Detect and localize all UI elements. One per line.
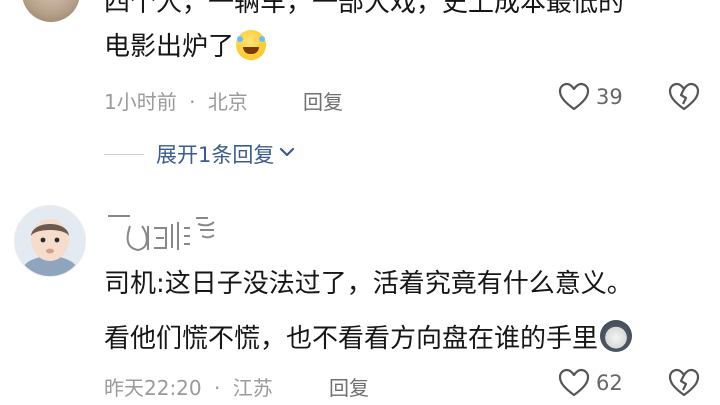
like-button[interactable] — [558, 368, 590, 398]
expand-divider-line — [104, 154, 144, 155]
comment-text-line: 四个人，一辆车，一部大戏，史上成本最低的 — [104, 0, 625, 18]
reply-button[interactable]: 回复 — [329, 372, 369, 401]
comment-text-line: 司机:这日子没法过了，活着究竟有什么意义。 — [104, 269, 633, 299]
like-count: 39 — [596, 85, 623, 109]
laughing-emoji-icon — [236, 30, 267, 60]
meta-separator: · — [214, 376, 221, 400]
baby-avatar-image — [15, 206, 85, 276]
reply-button[interactable]: 回复 — [303, 86, 343, 115]
comment-text-line: 电影出炉了 — [104, 30, 267, 64]
heart-outline-icon — [558, 82, 590, 112]
comment-text: 看他们慌不慌，也不看看方向盘在谁的手里 — [104, 324, 599, 354]
expand-replies-label: 展开1条回复 — [156, 143, 275, 167]
dislike-button[interactable] — [668, 82, 700, 112]
broken-heart-icon — [668, 82, 700, 112]
like-count: 62 — [596, 371, 623, 395]
like-button[interactable] — [558, 82, 590, 112]
commenter-avatar[interactable] — [14, 205, 86, 277]
comment-time: 昨天22:20 — [104, 376, 202, 400]
broken-heart-icon — [668, 368, 700, 398]
comment-time: 1小时前 — [104, 90, 177, 114]
comment-meta: 昨天22:20 · 江苏 — [104, 372, 273, 401]
comment-text-line: 看他们慌不慌，也不看看方向盘在谁的手里 — [104, 320, 633, 356]
comment-location: 北京 — [207, 90, 248, 114]
comment-location: 江苏 — [232, 376, 273, 400]
heart-outline-icon — [558, 368, 590, 398]
chevron-down-icon — [278, 142, 296, 166]
dislike-button[interactable] — [668, 368, 700, 398]
commenter-avatar[interactable] — [22, 0, 80, 22]
username-graphic[interactable] — [104, 208, 224, 262]
comment-meta: 1小时前 · 北京 — [104, 86, 248, 115]
husky-dog-emoji-icon — [600, 320, 633, 352]
expand-replies-button[interactable]: 展开1条回复 — [156, 139, 296, 169]
meta-separator: · — [189, 90, 196, 114]
comment-text: 电影出炉了 — [104, 32, 235, 62]
